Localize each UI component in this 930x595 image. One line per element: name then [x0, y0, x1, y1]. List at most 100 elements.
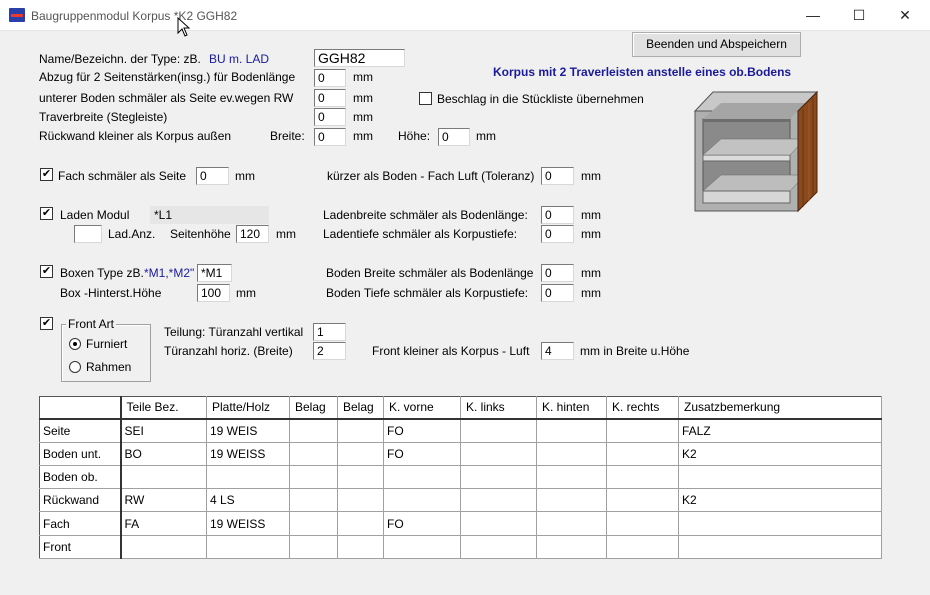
table-cell[interactable] [678, 511, 882, 536]
table-cell[interactable] [536, 511, 607, 536]
boxen-type-input[interactable]: *M1 [197, 264, 232, 282]
seitenhoehe-input[interactable]: 120 [236, 225, 269, 243]
table-cell[interactable] [337, 535, 384, 560]
boxen-checkbox[interactable]: ✔ [40, 265, 53, 278]
bodentiefe-input[interactable]: 0 [541, 284, 574, 302]
column-header[interactable]: Belag [337, 396, 384, 420]
fach-checkbox[interactable]: ✔ [40, 168, 53, 181]
fach-input[interactable]: 0 [196, 167, 229, 185]
box-hoehe-input[interactable]: 100 [197, 284, 230, 302]
save-and-exit-button[interactable]: Beenden und Abspeichern [632, 32, 801, 57]
table-cell[interactable]: FALZ [678, 418, 882, 443]
ladentiefe-input[interactable]: 0 [541, 225, 574, 243]
table-cell[interactable] [678, 465, 882, 490]
table-cell[interactable] [383, 488, 461, 513]
front-luft-unit: mm in Breite u.Höhe [580, 344, 690, 358]
table-cell[interactable] [606, 442, 679, 466]
table-cell[interactable] [337, 511, 384, 536]
table-cell[interactable] [337, 488, 384, 513]
front-checkbox[interactable]: ✔ [40, 317, 53, 330]
table-cell[interactable]: RW [120, 488, 207, 513]
table-cell[interactable] [606, 418, 679, 443]
front-luft-input[interactable]: 4 [541, 342, 574, 360]
table-cell[interactable] [460, 465, 537, 490]
table-cell[interactable] [289, 442, 338, 466]
table-cell[interactable] [206, 535, 290, 560]
table-cell[interactable]: 19 WEIS [206, 418, 290, 443]
table-cell[interactable] [383, 535, 461, 560]
table-cell[interactable]: FA [120, 511, 207, 536]
close-button[interactable]: ✕ [882, 0, 928, 31]
name-input[interactable]: GGH82 [314, 49, 405, 67]
maximize-button[interactable]: ☐ [836, 0, 882, 31]
table-cell[interactable] [337, 465, 384, 490]
table-cell[interactable] [460, 418, 537, 443]
furniert-radio[interactable] [69, 338, 81, 350]
table-cell[interactable] [289, 418, 338, 443]
table-cell[interactable] [536, 442, 607, 466]
column-header[interactable]: Teile Bez. [120, 396, 207, 420]
table-cell[interactable] [536, 418, 607, 443]
boxen-example: *M1,*M2" [144, 266, 195, 280]
window-title: Baugruppenmodul Korpus *K2 GGH82 [31, 9, 238, 23]
table-cell[interactable]: BO [120, 442, 207, 466]
table-cell[interactable] [460, 442, 537, 466]
column-header[interactable]: K. vorne [383, 396, 461, 420]
table-cell[interactable] [606, 511, 679, 536]
table-cell[interactable]: 4 LS [206, 488, 290, 513]
table-row: Front [39, 535, 882, 560]
rueckwand-hoehe-input[interactable]: 0 [438, 128, 470, 146]
table-cell[interactable] [536, 488, 607, 513]
table-cell[interactable] [337, 418, 384, 443]
column-header[interactable]: K. hinten [536, 396, 607, 420]
table-cell[interactable] [606, 488, 679, 513]
table-cell[interactable] [289, 465, 338, 490]
table-cell[interactable]: SEI [120, 418, 207, 443]
table-cell[interactable] [606, 535, 679, 560]
laden-checkbox[interactable]: ✔ [40, 207, 53, 220]
table-cell[interactable] [460, 511, 537, 536]
ladenbreite-input[interactable]: 0 [541, 206, 574, 224]
column-header[interactable]: K. links [460, 396, 537, 420]
tueranzahl-vertikal-input[interactable]: 1 [313, 323, 346, 341]
rahmen-radio[interactable] [69, 361, 81, 373]
table-cell[interactable] [120, 465, 207, 490]
parts-table[interactable]: Teile Bez. Platte/Holz Belag Belag K. vo… [39, 396, 882, 560]
table-cell[interactable] [460, 535, 537, 560]
table-cell[interactable]: FO [383, 418, 461, 443]
laden-modul-input[interactable]: *L1 [150, 206, 269, 224]
beschlag-checkbox[interactable] [419, 92, 432, 105]
tueranzahl-horiz-input[interactable]: 2 [313, 342, 346, 360]
rueckwand-breite-input[interactable]: 0 [314, 128, 346, 146]
lad-anzahl-input[interactable] [74, 225, 102, 243]
bodenbreite-input[interactable]: 0 [541, 264, 574, 282]
kuerzer-input[interactable]: 0 [541, 167, 574, 185]
table-cell[interactable] [289, 488, 338, 513]
bodenbreite-label: Boden Breite schmäler als Bodenlänge [326, 266, 534, 280]
minimize-button[interactable]: — [790, 0, 836, 31]
table-cell[interactable] [460, 488, 537, 513]
column-header[interactable]: Platte/Holz [206, 396, 290, 420]
table-cell[interactable] [606, 465, 679, 490]
table-cell[interactable] [536, 535, 607, 560]
table-cell[interactable] [289, 535, 338, 560]
table-cell[interactable]: FO [383, 442, 461, 466]
table-cell[interactable] [337, 442, 384, 466]
unterer-boden-input[interactable]: 0 [314, 89, 346, 107]
table-cell[interactable]: FO [383, 511, 461, 536]
table-cell[interactable]: K2 [678, 442, 882, 466]
table-cell[interactable]: 19 WEISS [206, 442, 290, 466]
traverbreite-input[interactable]: 0 [314, 108, 346, 126]
abzug-input[interactable]: 0 [314, 69, 346, 87]
table-cell[interactable] [120, 535, 207, 560]
column-header[interactable]: Belag [289, 396, 338, 420]
table-cell[interactable]: K2 [678, 488, 882, 513]
table-cell[interactable] [536, 465, 607, 490]
table-cell[interactable]: 19 WEISS [206, 511, 290, 536]
table-cell[interactable] [206, 465, 290, 490]
table-cell[interactable] [289, 511, 338, 536]
column-header[interactable]: Zusatzbemerkung [678, 396, 882, 420]
table-cell[interactable] [678, 535, 882, 560]
table-cell[interactable] [383, 465, 461, 490]
column-header[interactable]: K. rechts [606, 396, 679, 420]
